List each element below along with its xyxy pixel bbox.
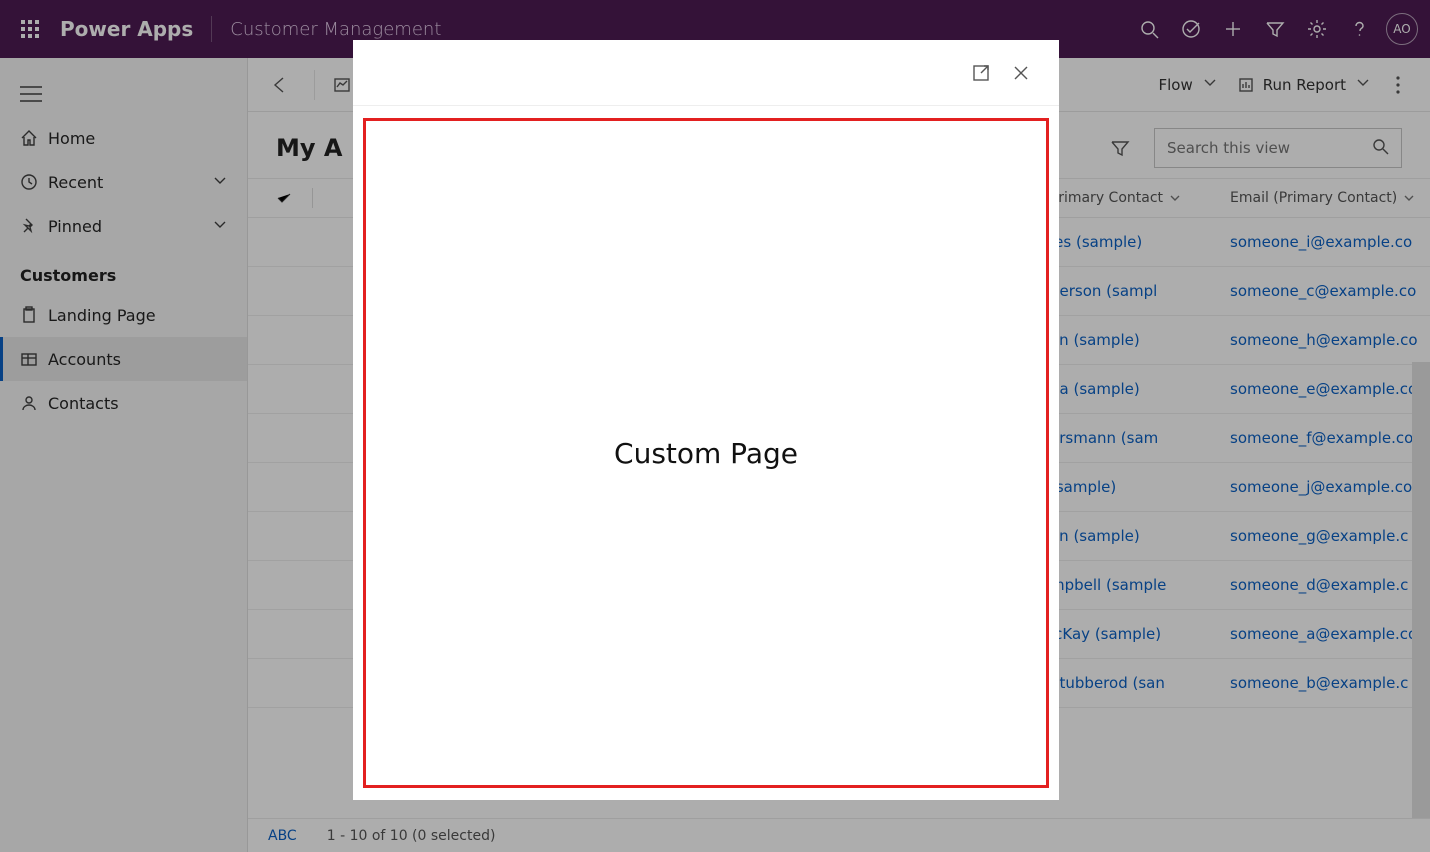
dialog-title: Custom Page [614, 437, 798, 470]
custom-page-dialog: Custom Page [353, 40, 1059, 800]
dialog-header [353, 40, 1059, 106]
close-dialog-icon[interactable] [1003, 55, 1039, 91]
expand-dialog-icon[interactable] [963, 55, 999, 91]
content-region-annotation: Custom Page [363, 118, 1049, 788]
dialog-body: Custom Page [353, 106, 1059, 800]
